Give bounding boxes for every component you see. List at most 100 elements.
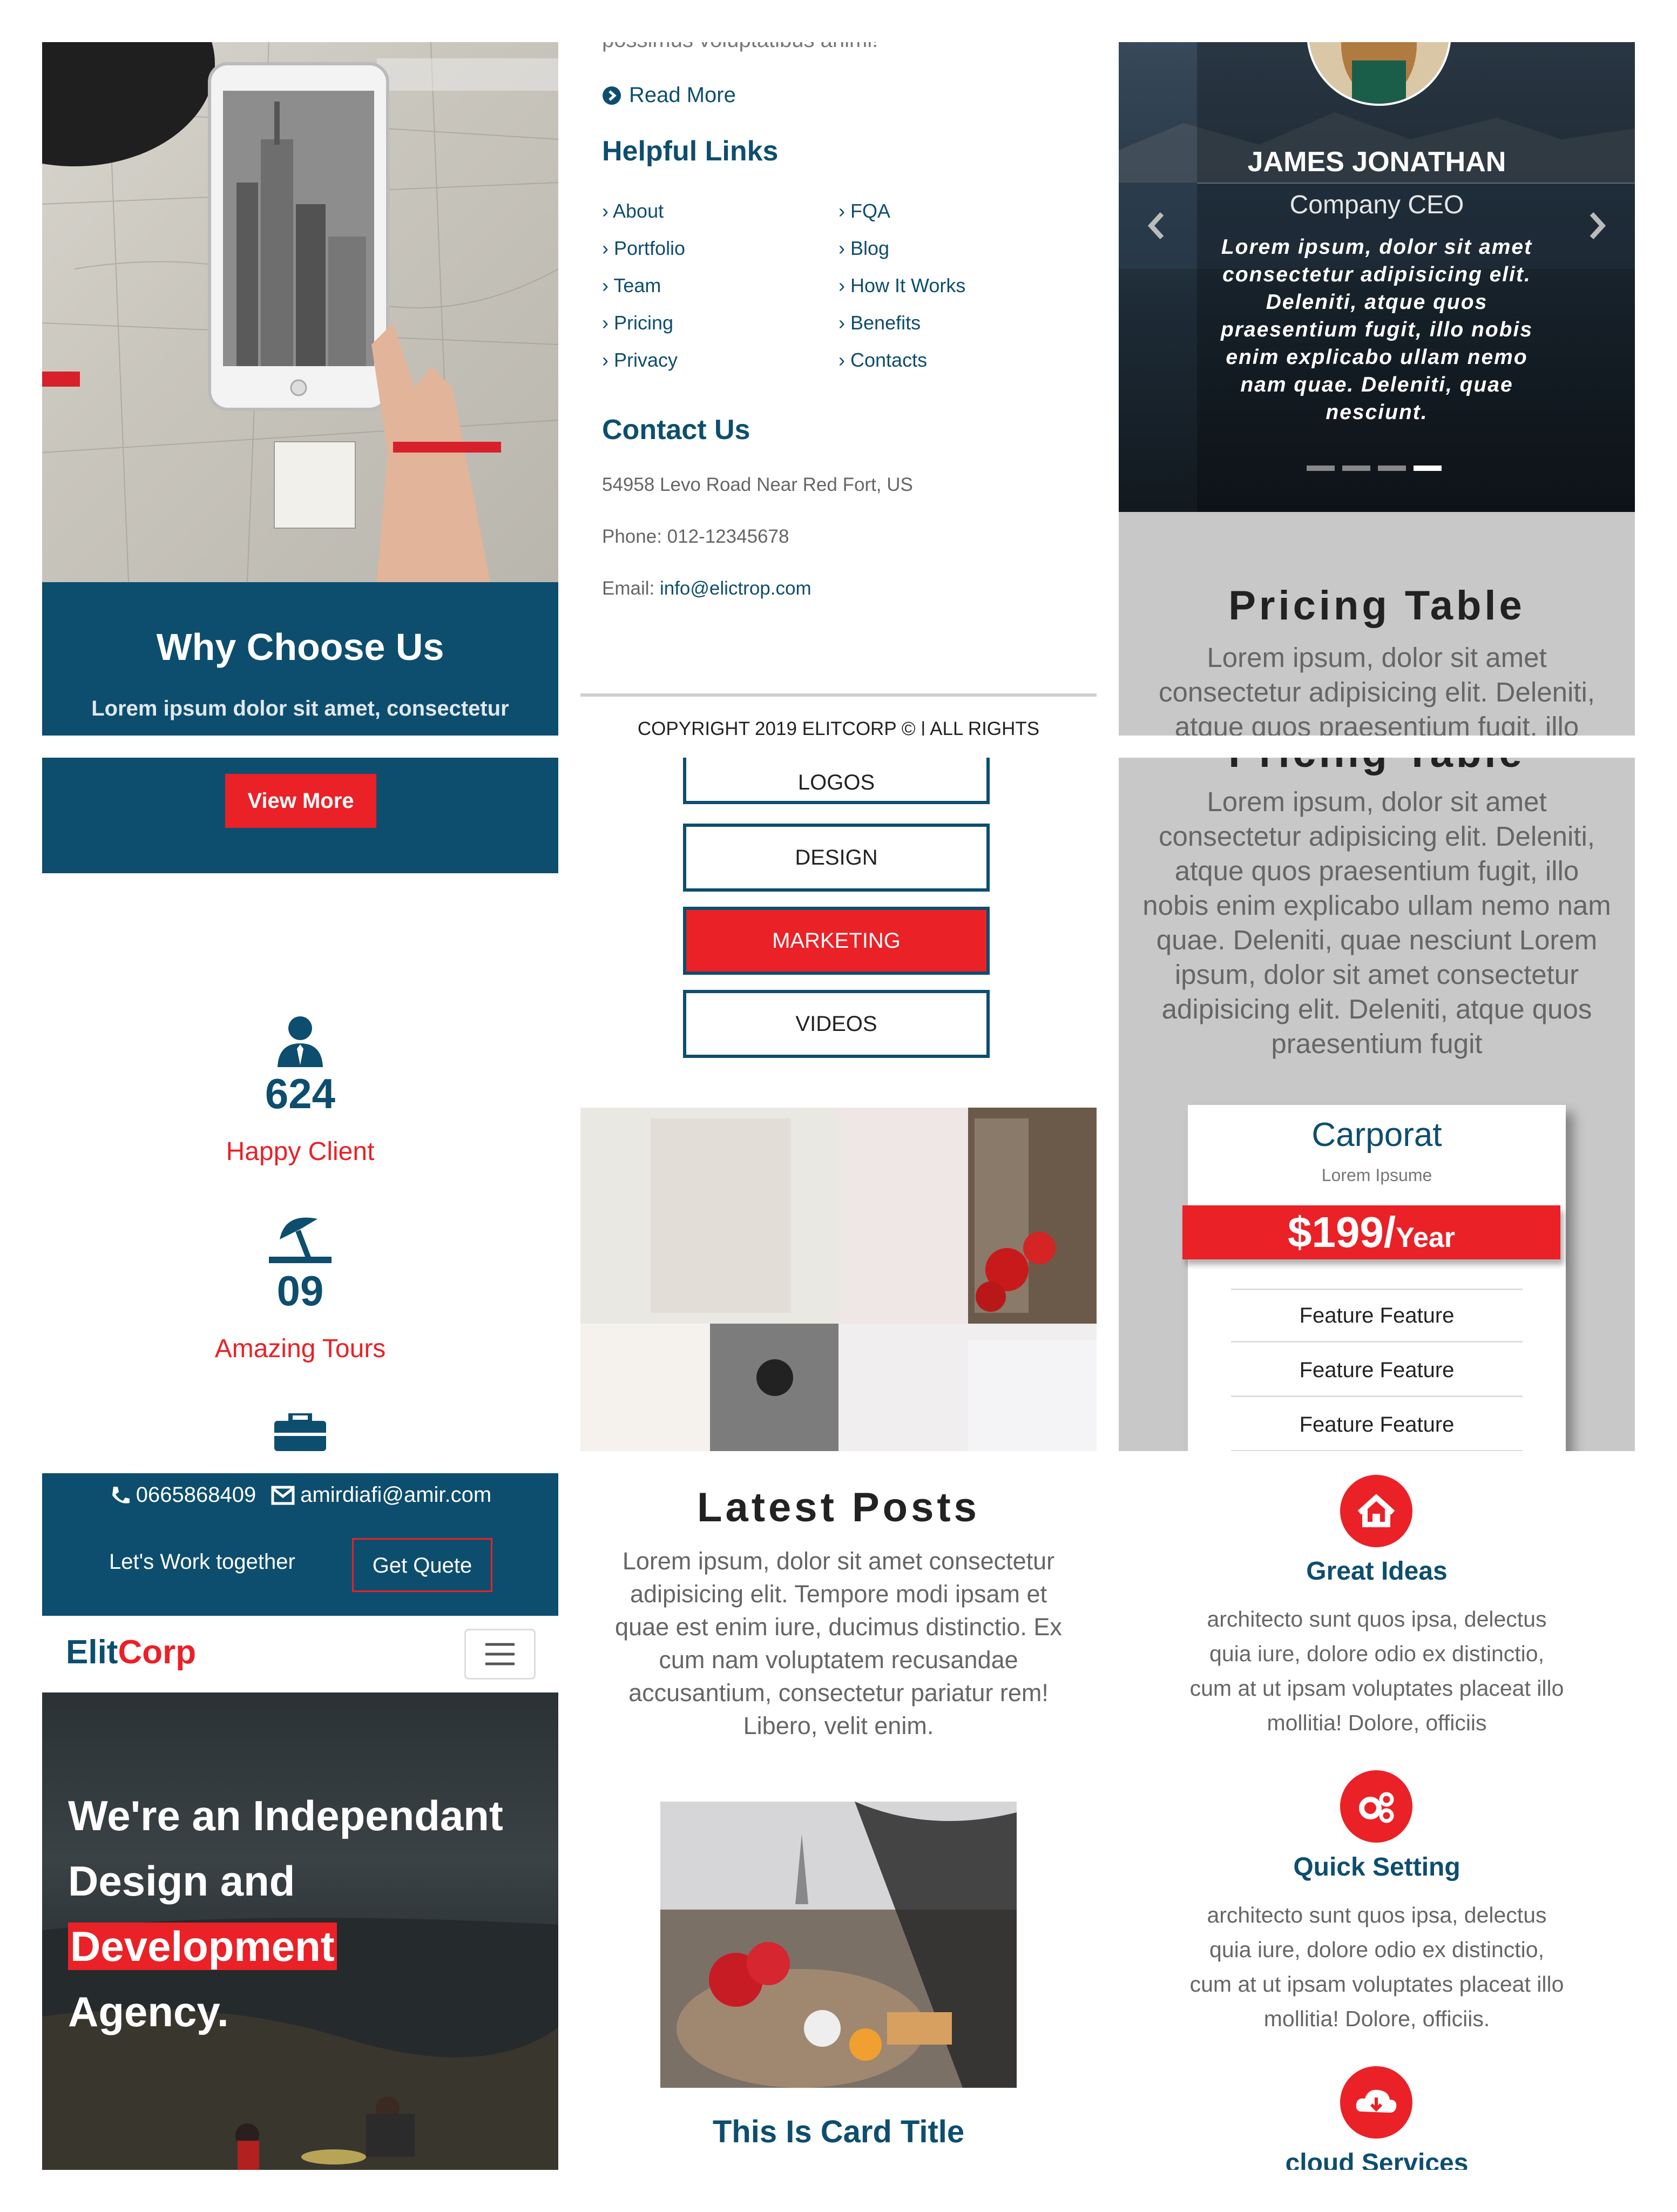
read-more-link[interactable]: Read More bbox=[602, 83, 736, 107]
user-tie-icon bbox=[275, 1015, 325, 1067]
chevron-right-icon bbox=[1590, 212, 1606, 240]
stat-number-tours: 09 bbox=[276, 1267, 324, 1314]
indicator[interactable] bbox=[1342, 466, 1370, 471]
contact-address: 54958 Levo Road Near Red Fort, US bbox=[602, 474, 913, 495]
pricing-card: Carporat Lorem Ipsume $199/Year Feature … bbox=[1182, 1105, 1566, 1451]
section-title: Why Choose Us bbox=[156, 626, 444, 668]
phone-link[interactable]: 0665868409 bbox=[109, 1483, 256, 1507]
link-blog[interactable]: › Blog bbox=[838, 237, 965, 274]
filter-marketing-button[interactable]: MARKETING bbox=[683, 907, 990, 975]
feature-item: Feature Feature bbox=[1231, 1399, 1523, 1451]
service-text-setting: architecto sunt quos ipsa, delectus quia… bbox=[1189, 1903, 1564, 2031]
view-more-button[interactable]: View More bbox=[225, 774, 376, 828]
services-panel: Great Ideas architecto sunt quos ipsa, d… bbox=[1119, 1473, 1635, 2170]
name-divider bbox=[1197, 183, 1635, 184]
chevron-right-icon: › bbox=[838, 312, 845, 334]
plan-price: $199/Year bbox=[1182, 1205, 1560, 1259]
cogs-icon bbox=[1340, 1770, 1412, 1843]
chevron-right-icon: › bbox=[602, 200, 608, 222]
stat-number-clients: 624 bbox=[265, 1070, 336, 1117]
person-name: JAMES JONATHAN bbox=[1247, 146, 1506, 178]
hero-headline: We're an Independant Design and Developm… bbox=[68, 1783, 558, 2045]
hero-panel: 0665868409 amirdiafi@amir.com Let's Work… bbox=[42, 1473, 558, 2170]
link-how-it-works[interactable]: › How It Works bbox=[838, 274, 965, 312]
link-fqa[interactable]: › FQA bbox=[838, 200, 965, 237]
chevron-right-icon: › bbox=[838, 237, 845, 259]
plan-name: Carporat bbox=[1311, 1116, 1442, 1154]
chevron-right-icon: › bbox=[838, 349, 845, 371]
cut-paragraph: possimus voluptatibus animi! bbox=[602, 42, 878, 52]
link-privacy[interactable]: › Privacy bbox=[602, 349, 685, 386]
menu-toggle-button[interactable] bbox=[464, 1629, 536, 1680]
feature-item: Feature Feature bbox=[1231, 1345, 1523, 1397]
email-link[interactable]: amirdiafi@amir.com bbox=[271, 1483, 491, 1507]
why-choose-us-panel: Why Choose Us Lorem ipsum dolor sit amet… bbox=[42, 42, 558, 736]
link-pricing[interactable]: › Pricing bbox=[602, 312, 685, 349]
indicator-active[interactable] bbox=[1414, 466, 1442, 471]
top-bar: 0665868409 amirdiafi@amir.com Let's Work… bbox=[42, 1473, 558, 1616]
get-quote-button[interactable]: Get Quete bbox=[352, 1538, 492, 1592]
helpful-links-right: › FQA › Blog › How It Works › Benefits ›… bbox=[838, 200, 965, 386]
plan-subtitle: Lorem Ipsume bbox=[1321, 1165, 1432, 1185]
view-more-panel: View More bbox=[42, 758, 558, 873]
footer-links-panel: possimus voluptatibus animi! Read More H… bbox=[580, 42, 1097, 736]
helpful-links-title: Helpful Links bbox=[602, 136, 779, 167]
filter-videos-button[interactable]: VIDEOS bbox=[683, 990, 990, 1058]
carousel-prev-button[interactable] bbox=[1146, 210, 1167, 242]
indicator[interactable] bbox=[1307, 466, 1335, 471]
latest-posts-title: Latest Posts bbox=[697, 1485, 980, 1530]
hero-line-3: Agency. bbox=[68, 1988, 229, 2035]
navbar: ElitCorp bbox=[42, 1616, 558, 1692]
contact-row: 0665868409 amirdiafi@amir.com bbox=[42, 1483, 558, 1507]
indicator[interactable] bbox=[1378, 466, 1406, 471]
chevron-left-icon bbox=[1147, 212, 1164, 240]
testimonial-quote: Lorem ipsum, dolor sit amet consectetur … bbox=[1220, 235, 1533, 424]
contact-phone: Phone: 012-12345678 bbox=[602, 526, 789, 547]
hero-line-2: Design and Development bbox=[68, 1849, 558, 1979]
chevron-right-icon: › bbox=[602, 237, 608, 259]
card-title: This Is Card Title bbox=[712, 2114, 965, 2149]
hero-line-1: We're an Independant bbox=[68, 1792, 503, 1839]
service-title-cloud: cloud Services bbox=[1285, 2149, 1469, 2170]
hamburger-icon bbox=[485, 1643, 515, 1665]
carousel-indicators bbox=[1307, 466, 1442, 471]
work-together-text: Let's Work together bbox=[109, 1550, 295, 1574]
gallery-grid bbox=[580, 1108, 1097, 1451]
envelope-icon bbox=[271, 1486, 295, 1505]
filter-logos-button[interactable]: LOGOS bbox=[683, 758, 990, 804]
arrow-circle-right-icon bbox=[602, 86, 621, 105]
pricing-title-cut: Pricing Table bbox=[1119, 758, 1635, 777]
brand-logo[interactable]: ElitCorp bbox=[66, 1633, 196, 1671]
chevron-right-icon: › bbox=[602, 349, 608, 371]
email-link[interactable]: info@elictrop.com bbox=[660, 578, 812, 599]
helpful-links-left: › About › Portfolio › Team › Pricing › P… bbox=[602, 200, 685, 386]
stat-label-tours: Amazing Tours bbox=[214, 1334, 386, 1363]
section-subtitle: Lorem ipsum dolor sit amet, consectetur bbox=[91, 697, 509, 720]
link-benefits[interactable]: › Benefits bbox=[838, 312, 965, 349]
home-icon bbox=[1340, 1475, 1412, 1547]
link-portfolio[interactable]: › Portfolio bbox=[602, 237, 685, 274]
cloud-download-icon bbox=[1340, 2066, 1412, 2139]
contact-email-row: Email: info@elictrop.com bbox=[602, 578, 812, 599]
chevron-right-icon: › bbox=[838, 200, 845, 222]
stat-label-clients: Happy Client bbox=[226, 1137, 375, 1166]
pricing-intro: Lorem ipsum, dolor sit amet consectetur … bbox=[1159, 642, 1595, 736]
link-about[interactable]: › About bbox=[602, 200, 685, 237]
filter-design-button[interactable]: DESIGN bbox=[683, 824, 990, 892]
tablet-on-map-photo bbox=[42, 42, 558, 582]
service-title-ideas: Great Ideas bbox=[1306, 1557, 1448, 1586]
link-contacts[interactable]: › Contacts bbox=[838, 349, 965, 386]
copyright-text: COPYRIGHT 2019 ELITCORP © | ALL RIGHTS bbox=[637, 718, 1040, 736]
latest-posts-panel: Latest Posts Lorem ipsum, dolor sit amet… bbox=[580, 1473, 1097, 2170]
chevron-right-icon: › bbox=[602, 274, 608, 296]
service-title-setting: Quick Setting bbox=[1293, 1853, 1460, 1881]
phone-icon bbox=[109, 1485, 131, 1506]
why-choose-us-banner: Why Choose Us Lorem ipsum dolor sit amet… bbox=[42, 582, 558, 736]
service-text-ideas: architecto sunt quos ipsa, delectus quia… bbox=[1189, 1607, 1564, 1735]
feature-item: Feature Feature bbox=[1231, 1289, 1523, 1343]
testimonial-panel: JAMES JONATHAN Company CEO Lorem ipsum, … bbox=[1119, 42, 1635, 736]
latest-posts-text: Lorem ipsum, dolor sit amet consectetur … bbox=[615, 1547, 1062, 1739]
contact-us-title: Contact Us bbox=[602, 414, 750, 446]
carousel-next-button[interactable] bbox=[1586, 210, 1608, 242]
link-team[interactable]: › Team bbox=[602, 274, 685, 312]
